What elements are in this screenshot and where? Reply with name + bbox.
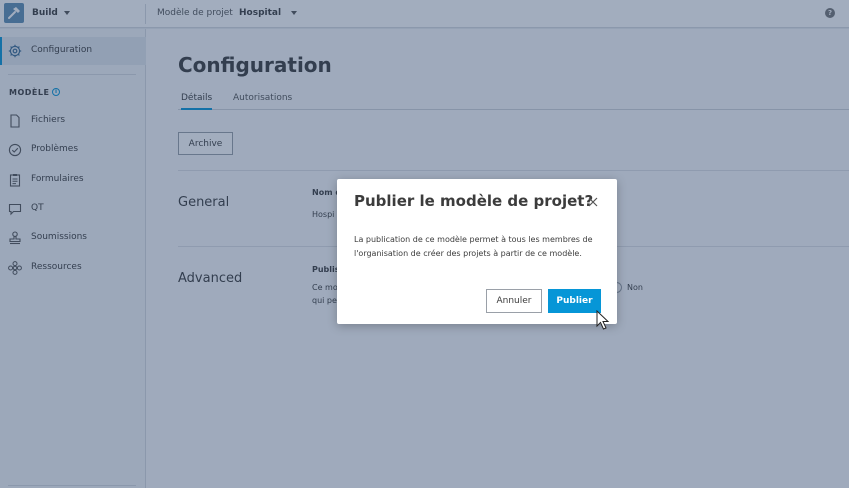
publish-button[interactable]: Publier xyxy=(548,289,601,313)
dialog-title: Publier le modèle de projet? xyxy=(354,192,594,210)
close-icon[interactable] xyxy=(587,196,599,208)
dialog-message: La publication de ce modèle permet à tou… xyxy=(354,235,593,258)
cancel-button[interactable]: Annuler xyxy=(486,289,542,313)
mouse-pointer-icon xyxy=(596,310,610,330)
publish-dialog: Publier le modèle de projet? La publicat… xyxy=(337,179,617,324)
